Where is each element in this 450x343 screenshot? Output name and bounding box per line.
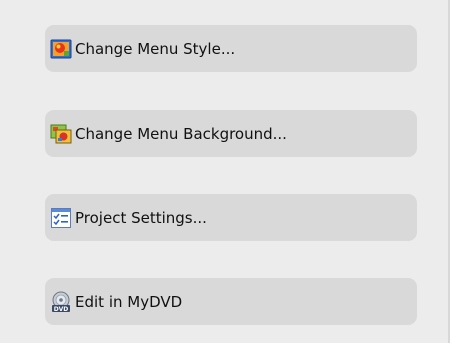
menu-background-icon (50, 123, 72, 145)
change-menu-background-button[interactable]: Change Menu Background... (45, 110, 417, 157)
project-settings-button[interactable]: Project Settings... (45, 194, 417, 241)
edit-in-mydvd-label: Edit in MyDVD (75, 292, 183, 311)
project-settings-label: Project Settings... (75, 208, 207, 227)
project-settings-icon (50, 207, 72, 229)
change-menu-style-label: Change Menu Style... (75, 39, 236, 58)
dvd-icon: DVD (50, 291, 72, 313)
change-menu-style-button[interactable]: Change Menu Style... (45, 25, 417, 72)
edit-in-mydvd-button[interactable]: DVD Edit in MyDVD (45, 278, 417, 325)
change-menu-background-label: Change Menu Background... (75, 124, 287, 143)
menu-style-icon (50, 38, 72, 60)
svg-text:DVD: DVD (54, 306, 69, 313)
task-panel: Change Menu Style... Change Menu Backgro… (0, 0, 450, 343)
